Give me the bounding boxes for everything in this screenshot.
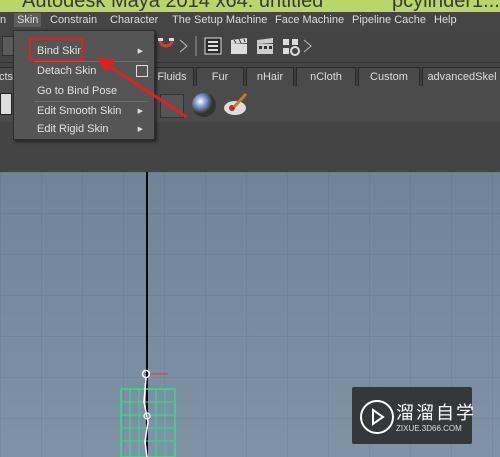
watermark-subtitle: ZIXUE.3D66.COM [396, 424, 462, 433]
play-logo-icon [360, 400, 394, 434]
watermark-title: 溜溜自学 [396, 403, 476, 423]
watermark: 溜溜自学 ZIXUE.3D66.COM [352, 387, 474, 444]
